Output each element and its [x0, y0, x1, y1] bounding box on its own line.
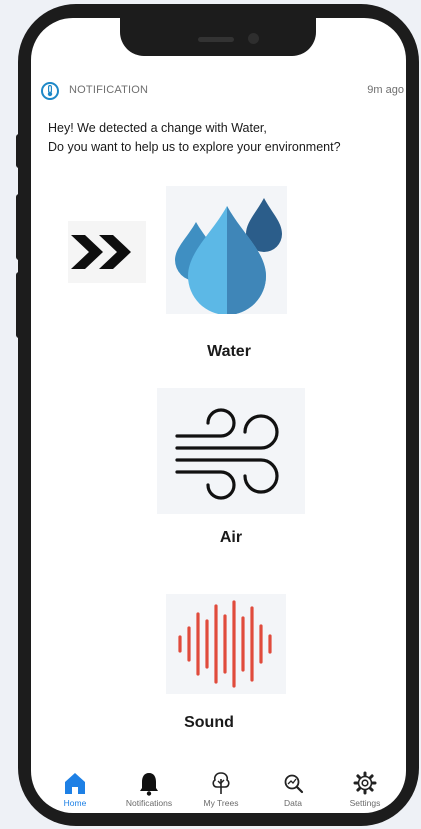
sound-category-button[interactable] [166, 594, 286, 694]
water-category-button[interactable] [166, 186, 287, 314]
notification-header: NOTIFICATION 9m ago [41, 82, 404, 102]
notification-message-line-1: Hey! We detected a change with Water, [48, 121, 267, 135]
tab-home[interactable]: Home [39, 770, 111, 808]
bell-icon [140, 773, 158, 796]
thermometer-icon [41, 82, 59, 100]
water-label: Water [207, 343, 251, 360]
bottom-tab-bar: Home Notifications My Trees Data Setting… [31, 770, 406, 813]
water-drops-icon [175, 198, 282, 314]
tree-icon [212, 772, 230, 794]
tab-label-settings: Settings [349, 798, 381, 808]
front-camera [248, 33, 259, 44]
tab-label-data: Data [284, 798, 302, 808]
notification-message: Hey! We detected a change with Water, Do… [48, 119, 398, 157]
sound-label: Sound [184, 714, 234, 731]
notification-time: 9m ago [367, 84, 404, 96]
home-icon [65, 773, 85, 794]
data-search-icon [284, 774, 304, 794]
air-category-button[interactable] [157, 388, 305, 514]
tab-label-my-trees: My Trees [203, 798, 239, 808]
volume-up-button [16, 194, 22, 260]
tab-label-home: Home [63, 798, 87, 808]
mute-switch [16, 134, 22, 168]
speaker-grille [198, 37, 234, 42]
air-label: Air [219, 529, 243, 546]
phone-screen: NOTIFICATION 9m ago Hey! We detected a c… [31, 18, 406, 813]
tab-label-notifications: Notifications [125, 798, 173, 808]
phone-frame: NOTIFICATION 9m ago Hey! We detected a c… [16, 4, 419, 826]
tab-notifications[interactable]: Notifications [113, 770, 185, 808]
phone-notch [120, 18, 316, 56]
wind-icon [175, 408, 279, 500]
tab-my-trees[interactable]: My Trees [185, 770, 257, 808]
tab-settings[interactable]: Settings [329, 770, 401, 808]
notification-message-line-2: Do you want to help us to explore your e… [48, 140, 341, 154]
notification-label: NOTIFICATION [69, 84, 149, 96]
gear-icon [353, 771, 377, 795]
volume-down-button [16, 272, 22, 338]
sound-wave-icon [178, 600, 272, 688]
tab-data[interactable]: Data [257, 770, 329, 808]
double-chevron-right-icon [68, 221, 146, 283]
